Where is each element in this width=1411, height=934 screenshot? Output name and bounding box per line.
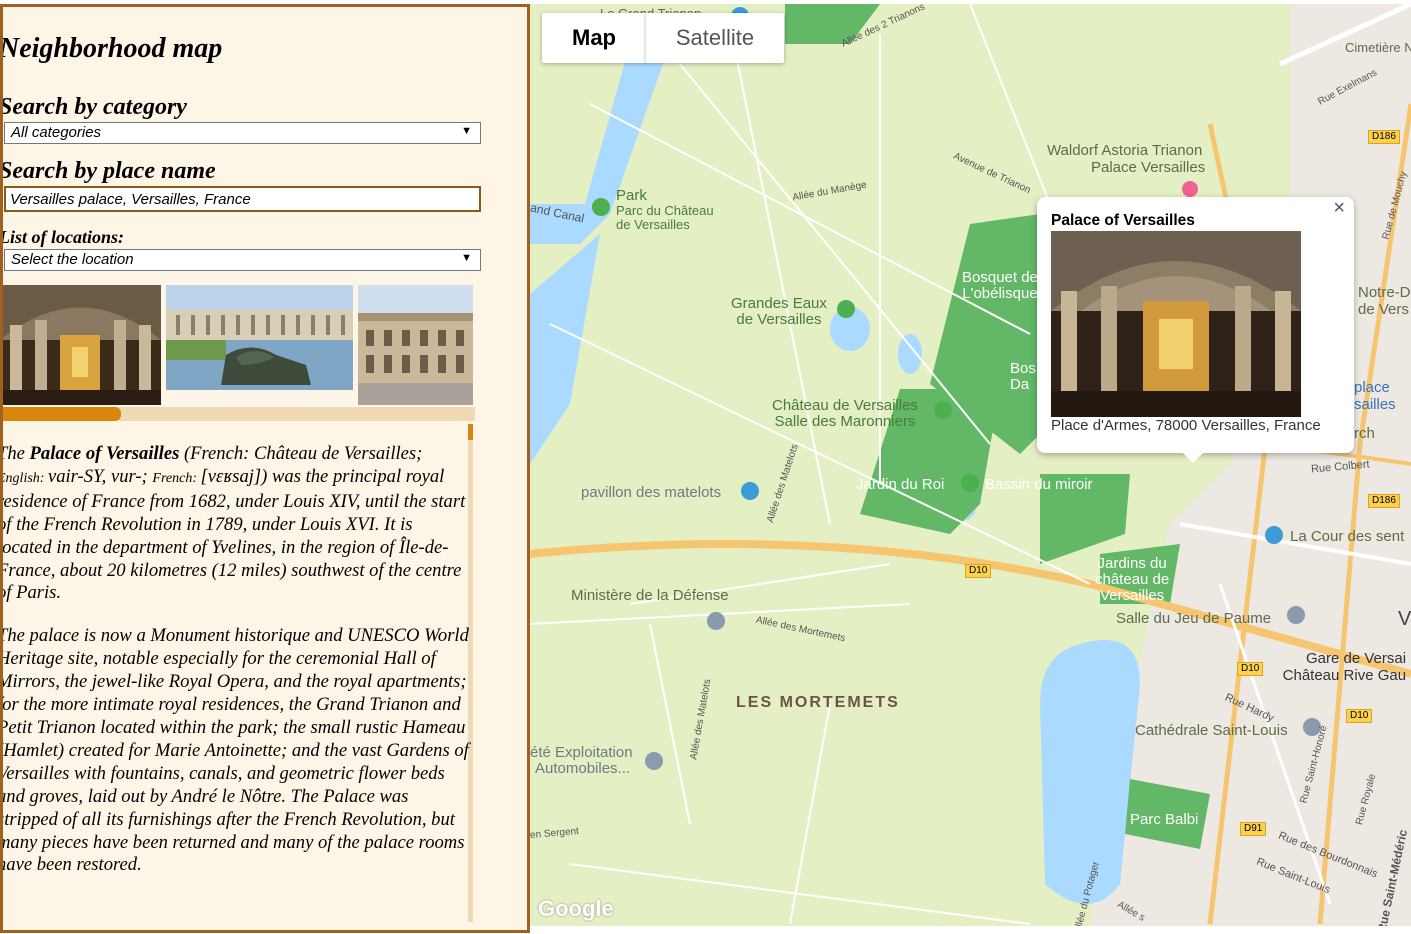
chapel-image: [3, 285, 161, 405]
road-shield: D10: [1237, 662, 1264, 676]
map-label: Cathédrale Saint-Louis: [1135, 722, 1288, 739]
close-icon[interactable]: ×: [1333, 197, 1345, 220]
garden-label: Jardin du Roi: [856, 476, 945, 493]
sidebar: Neighborhood map Search by category All …: [0, 4, 530, 933]
place-label: Search by place name: [0, 158, 216, 184]
google-logo[interactable]: Google: [538, 896, 614, 922]
map-label: pavillon des matelots: [581, 484, 722, 501]
info-window-title: Palace of Versailles: [1051, 212, 1195, 229]
road-shield: D10: [965, 564, 992, 578]
category-select[interactable]: All categories ▼: [4, 122, 481, 144]
description-scrollbar-thumb[interactable]: [468, 424, 473, 440]
thumbnail-scrollbar-thumb[interactable]: [3, 407, 121, 421]
map-label: Ministère de la Défense: [571, 587, 729, 604]
category-select-value: All categories: [11, 124, 102, 141]
map-label: rch: [1354, 425, 1375, 442]
category-label: Search by category: [0, 94, 187, 120]
park-label: Park: [616, 187, 647, 204]
map-tiles: [530, 4, 1411, 926]
map-label: Salle du Jeu de Paume: [1116, 610, 1272, 627]
garden-label: Parc Balbi: [1130, 811, 1199, 828]
station-label: Gare de Versai Château Rive Gau: [1282, 650, 1407, 684]
map-label: Cimetière N: [1345, 40, 1411, 55]
palace-image: [166, 285, 353, 390]
road-shield: D10: [1346, 709, 1373, 723]
road-shield: D91: [1240, 822, 1267, 836]
map-canvas[interactable]: Le Grand Trianon Allée des 2 Trianons Ci…: [530, 4, 1411, 926]
garden-label: Grandes Eaux de Versailles: [731, 295, 827, 328]
info-window-photo: [1051, 231, 1301, 417]
photo-thumbnail-palace[interactable]: [166, 285, 353, 390]
map-label: V: [1398, 608, 1411, 630]
garden-label: Jardins du château de Versailles: [1095, 555, 1170, 604]
road-shield: D186: [1368, 494, 1400, 508]
map-type-map-button[interactable]: Map: [542, 13, 646, 63]
locations-label: List of locations:: [0, 227, 124, 247]
map-type-satellite-button[interactable]: Satellite: [646, 13, 784, 63]
dropdown-arrow-icon: ▼: [461, 252, 472, 264]
map-label: été Exploitation Automobiles...: [530, 744, 633, 777]
map-label: Notre-D de Vers: [1358, 284, 1411, 318]
map-label: place sailles: [1354, 379, 1396, 413]
place-search-input[interactable]: Versailles palace, Versailles, France: [4, 186, 481, 212]
garden-label: Château de Versailles Salle des Maronnier…: [772, 397, 918, 430]
garden-label: Bassin du miroir: [985, 476, 1093, 493]
building-image: [358, 285, 473, 405]
garden-label: Bos Da: [1010, 360, 1036, 393]
description-paragraph: The palace is now a Monument historique …: [0, 625, 469, 876]
map-label: La Cour des sent: [1290, 528, 1405, 545]
park-sublabel: Parc du Château de Versailles: [616, 203, 714, 232]
info-window-address: Place d'Armes, 78000 Versailles, France: [1051, 417, 1321, 434]
photo-thumbnail-chapel[interactable]: [3, 285, 161, 405]
road-shield: D186: [1368, 130, 1400, 144]
dropdown-arrow-icon: ▼: [461, 125, 472, 137]
garden-label: Bosquet de L'obélisque: [962, 269, 1038, 302]
description-paragraph: The Palace of Versailles (French: Châtea…: [0, 443, 466, 604]
photo-thumbnail-building[interactable]: [358, 285, 473, 405]
info-window: Palace of Versailles × Place d'Armes, 78…: [1037, 197, 1354, 463]
location-select[interactable]: Select the location ▼: [4, 249, 481, 271]
page-title: Neighborhood map: [0, 33, 223, 64]
hotel-label: Waldorf Astoria Trianon Palace Versailles: [1046, 142, 1206, 176]
place-description: The Palace of Versailles (French: Châtea…: [0, 443, 469, 897]
district-label: LES MORTEMETS: [736, 694, 900, 711]
location-select-value: Select the location: [11, 251, 134, 268]
place-name: Palace of Versailles: [29, 443, 180, 464]
